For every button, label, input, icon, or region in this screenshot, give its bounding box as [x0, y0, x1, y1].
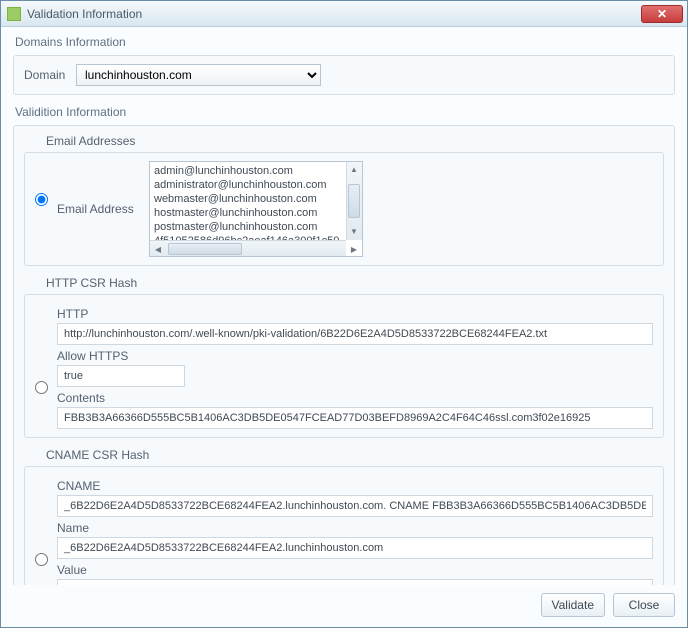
value-label: Value [57, 563, 653, 577]
cname-csr-hash-box: CNAME Name Value [24, 466, 664, 585]
email-item[interactable]: admin@lunchinhouston.com [154, 164, 358, 178]
contents-input[interactable] [57, 407, 653, 429]
allow-https-input[interactable] [57, 365, 185, 387]
vertical-scrollbar[interactable]: ▲ ▼ [346, 162, 362, 240]
http-radio[interactable] [35, 381, 48, 394]
validition-information-title: Validition Information [13, 105, 675, 119]
email-item[interactable]: administrator@lunchinhouston.com [154, 178, 358, 192]
validate-button[interactable]: Validate [541, 593, 605, 617]
content-area: Domains Information Domain lunchinhousto… [1, 27, 687, 585]
cname-radio-col [35, 475, 57, 566]
allow-https-label: Allow HTTPS [57, 349, 653, 363]
email-item[interactable]: webmaster@lunchinhouston.com [154, 192, 358, 206]
cname-input[interactable] [57, 495, 653, 517]
horizontal-scroll-thumb[interactable] [168, 243, 242, 255]
contents-label: Contents [57, 391, 653, 405]
vertical-scroll-thumb[interactable] [348, 184, 360, 218]
close-button[interactable]: Close [613, 593, 675, 617]
scroll-up-icon[interactable]: ▲ [346, 162, 362, 178]
http-input[interactable] [57, 323, 653, 345]
http-label: HTTP [57, 307, 653, 321]
domains-information-body: Domain lunchinhouston.com [13, 55, 675, 95]
domains-information-group: Domains Information Domain lunchinhousto… [13, 35, 675, 95]
email-radio[interactable] [35, 193, 48, 206]
email-item[interactable]: postmaster@lunchinhouston.com [154, 220, 358, 234]
http-csr-hash-box: HTTP Allow HTTPS Contents [24, 294, 664, 438]
validition-information-group: Validition Information Email Addresses E… [13, 105, 675, 585]
domain-select[interactable]: lunchinhouston.com [76, 64, 321, 86]
scroll-down-icon[interactable]: ▼ [346, 224, 362, 240]
email-address-listbox[interactable]: admin@lunchinhouston.com administrator@l… [149, 161, 363, 257]
http-radio-col [35, 303, 57, 394]
close-icon[interactable]: ✕ [641, 5, 683, 23]
email-address-label: Email Address [57, 202, 137, 216]
cname-csr-hash-title: CNAME CSR Hash [46, 448, 664, 462]
email-addresses-box: Email Address admin@lunchinhouston.com a… [24, 152, 664, 266]
app-icon [7, 7, 21, 21]
window: Validation Information ✕ Domains Informa… [0, 0, 688, 628]
footer: Validate Close [1, 585, 687, 627]
email-radio-col [35, 161, 57, 206]
scroll-left-icon[interactable]: ◀ [150, 241, 166, 257]
cname-radio[interactable] [35, 553, 48, 566]
email-item[interactable]: hostmaster@lunchinhouston.com [154, 206, 358, 220]
name-label: Name [57, 521, 653, 535]
validition-information-body: Email Addresses Email Address admin@lunc… [13, 125, 675, 585]
domains-information-title: Domains Information [13, 35, 675, 49]
name-input[interactable] [57, 537, 653, 559]
window-title: Validation Information [27, 7, 641, 21]
domain-label: Domain [24, 68, 68, 82]
scroll-right-icon[interactable]: ▶ [346, 241, 362, 257]
cname-label: CNAME [57, 479, 653, 493]
http-csr-hash-title: HTTP CSR Hash [46, 276, 664, 290]
horizontal-scrollbar[interactable]: ◀ ▶ [150, 240, 346, 256]
email-addresses-title: Email Addresses [46, 134, 664, 148]
titlebar: Validation Information ✕ [1, 1, 687, 27]
